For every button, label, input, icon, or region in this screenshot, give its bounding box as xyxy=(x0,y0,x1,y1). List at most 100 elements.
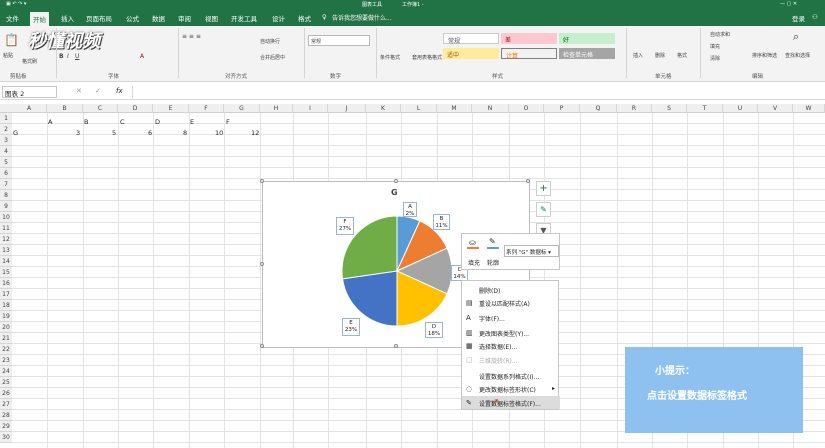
format-cells-button[interactable]: 格式 xyxy=(677,52,687,59)
row-header-9[interactable]: 9 xyxy=(0,201,12,212)
align-icons[interactable]: ≡ ≡ ≡ xyxy=(182,33,201,40)
outline-pen-icon[interactable]: ✎ xyxy=(489,237,496,246)
menu-3d-rotation[interactable]: ▢ 三维旋转(R)... xyxy=(462,353,560,366)
menu-reset-style[interactable]: ▤ 重设以匹配样式(A) xyxy=(462,296,560,309)
row-header-29[interactable]: 29 xyxy=(0,421,12,432)
row-header-22[interactable]: 22 xyxy=(0,344,12,355)
column-header-D[interactable]: D xyxy=(118,104,153,113)
resize-handle[interactable] xyxy=(394,179,398,183)
paste-icon[interactable]: 📋 xyxy=(4,33,19,47)
cell-C2[interactable]: 5 xyxy=(112,129,116,137)
chart-styles-brush-icon[interactable]: ✎ xyxy=(536,202,551,217)
outline-button[interactable]: 轮廓 xyxy=(487,258,499,267)
insert-cells-button[interactable]: 插入 xyxy=(633,52,643,59)
tab-design[interactable]: 设计 xyxy=(272,13,285,23)
row-header-14[interactable]: 14 xyxy=(0,256,12,267)
row-header-10[interactable]: 10 xyxy=(0,212,12,223)
style-neutral[interactable]: 适中 xyxy=(443,48,499,59)
cell-F1[interactable]: E xyxy=(190,118,194,126)
row-header-26[interactable]: 26 xyxy=(0,388,12,399)
cell-C1[interactable]: B xyxy=(84,118,88,126)
format-painter-button[interactable]: 格式刷 xyxy=(22,58,37,65)
chart-elements-plus-icon[interactable]: + xyxy=(536,181,551,196)
row-header-12[interactable]: 12 xyxy=(0,234,12,245)
confirm-icon[interactable]: ✓ xyxy=(95,87,101,95)
window-controls[interactable]: — ▢ ✕ xyxy=(780,1,797,7)
merge-center-button[interactable]: 合并后居中 xyxy=(260,54,285,61)
column-header-S[interactable]: S xyxy=(652,104,687,113)
row-header-4[interactable]: 4 xyxy=(0,146,12,157)
column-header-Q[interactable]: Q xyxy=(580,104,617,113)
bold-button[interactable]: B xyxy=(59,53,64,60)
cell-A2[interactable]: G xyxy=(13,129,18,137)
column-header-K[interactable]: K xyxy=(366,104,401,113)
column-header-L[interactable]: L xyxy=(401,104,437,113)
data-label-B[interactable]: B 11% xyxy=(433,214,450,230)
row-header-20[interactable]: 20 xyxy=(0,322,12,333)
series-select[interactable]: 系列 "G" 数据标 ▾ xyxy=(504,245,559,257)
column-header-P[interactable]: P xyxy=(544,104,580,113)
row-header-16[interactable]: 16 xyxy=(0,278,12,289)
column-header-B[interactable]: B xyxy=(47,104,83,113)
column-header-G[interactable]: G xyxy=(224,104,260,113)
cell-F2[interactable]: 10 xyxy=(215,129,223,137)
menu-change-label-shape[interactable]: ◌ 更改数据标签形状(C) ▸ xyxy=(462,382,560,395)
row-header-24[interactable]: 24 xyxy=(0,366,12,377)
row-header-21[interactable]: 21 xyxy=(0,333,12,344)
menu-change-chart-type[interactable]: ▥ 更改图表类型(Y)... xyxy=(462,326,560,339)
menu-font[interactable]: A 字体(F)... xyxy=(462,311,560,324)
sort-filter-button[interactable]: 排序和筛选 xyxy=(752,52,777,59)
tab-home[interactable]: 开始 xyxy=(30,12,49,26)
tab-format[interactable]: 格式 xyxy=(298,13,311,23)
style-bad[interactable]: 差 xyxy=(501,33,557,44)
data-label-A[interactable]: A 2% xyxy=(403,202,417,217)
column-header-U[interactable]: U xyxy=(723,104,758,113)
tab-page-layout[interactable]: 页面布局 xyxy=(86,13,112,23)
row-header-13[interactable]: 13 xyxy=(0,245,12,256)
menu-format-series[interactable]: 设置数据系列格式(I)... xyxy=(462,369,560,382)
column-header-I[interactable]: I xyxy=(293,104,328,113)
resize-handle[interactable] xyxy=(260,262,264,266)
cell-E2[interactable]: 8 xyxy=(183,129,187,137)
column-header-R[interactable]: R xyxy=(617,104,652,113)
row-header-11[interactable]: 11 xyxy=(0,223,12,234)
function-icon[interactable]: fx xyxy=(116,87,123,95)
tell-me-search[interactable]: 告诉我您想要做什么... xyxy=(332,13,392,22)
cell-B2[interactable]: 3 xyxy=(76,129,80,137)
row-header-7[interactable]: 7 xyxy=(0,179,12,190)
cell-D2[interactable]: 6 xyxy=(148,129,152,137)
cell-B1[interactable]: A xyxy=(48,118,52,126)
search-icon[interactable]: ⌕ xyxy=(793,30,799,44)
conditional-format-button[interactable]: 条件格式 xyxy=(380,54,400,61)
fill-button[interactable]: 填充 xyxy=(710,43,720,50)
clear-button[interactable]: 清除 xyxy=(710,55,720,62)
column-header-A[interactable]: A xyxy=(12,104,47,113)
cancel-icon[interactable]: ✕ xyxy=(76,87,82,95)
column-header-M[interactable]: M xyxy=(437,104,472,113)
column-header-C[interactable]: C xyxy=(83,104,118,113)
column-header-W[interactable]: W xyxy=(793,104,825,113)
formula-input[interactable] xyxy=(132,86,822,98)
resize-handle[interactable] xyxy=(260,344,264,348)
style-check-cell[interactable]: 检查单元格 xyxy=(559,48,615,59)
cell-D1[interactable]: C xyxy=(120,118,125,126)
menu-delete[interactable]: 删除(D) xyxy=(462,283,560,296)
name-box[interactable]: 图表 2 xyxy=(2,86,57,98)
column-header-E[interactable]: E xyxy=(153,104,189,113)
column-header-F[interactable]: F xyxy=(189,104,224,113)
quick-access-icons[interactable]: ▣ ↶ ↷ ▾ xyxy=(6,1,26,7)
column-header-H[interactable]: H xyxy=(260,104,293,113)
login-link[interactable]: 登录 xyxy=(792,13,805,23)
row-header-25[interactable]: 25 xyxy=(0,377,12,388)
row-header-8[interactable]: 8 xyxy=(0,190,12,201)
column-header-J[interactable]: J xyxy=(328,104,366,113)
row-header-18[interactable]: 18 xyxy=(0,300,12,311)
tab-developer[interactable]: 开发工具 xyxy=(231,13,257,23)
tab-file[interactable]: 文件 xyxy=(6,13,19,23)
row-header-1[interactable]: 1 xyxy=(0,113,12,124)
wrap-text-button[interactable]: 自动换行 xyxy=(260,38,280,45)
tab-review[interactable]: 审阅 xyxy=(178,13,191,23)
row-header-15[interactable]: 15 xyxy=(0,267,12,278)
autosum-button[interactable]: 自动求和 xyxy=(710,31,730,38)
cell-E1[interactable]: D xyxy=(155,118,160,126)
